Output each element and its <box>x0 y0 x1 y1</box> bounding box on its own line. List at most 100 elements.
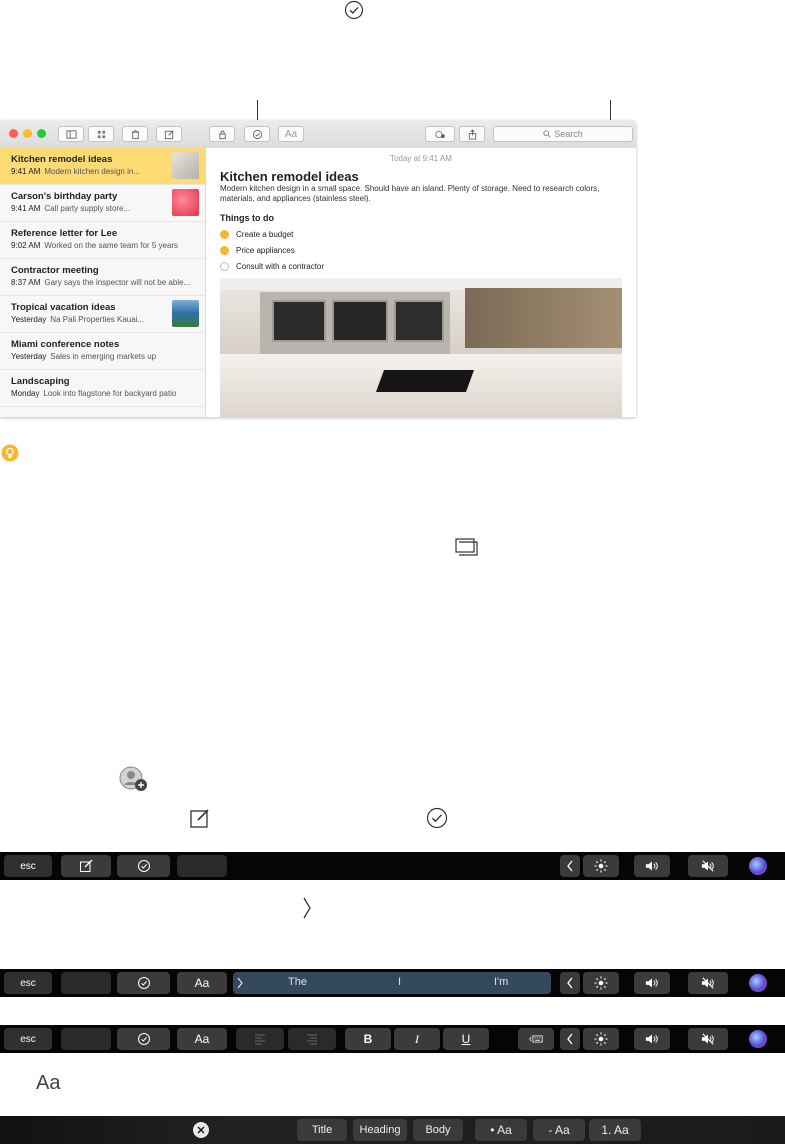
note-item-contractor[interactable]: Contractor meeting 8:37 AM Gary says the … <box>0 259 205 296</box>
typing-suggestions-bar[interactable]: The I I'm <box>233 972 551 994</box>
show-typing-suggestions-key[interactable] <box>518 1028 554 1050</box>
volume-icon <box>645 861 658 871</box>
share-button[interactable] <box>459 126 485 142</box>
checklist-icon <box>137 1033 150 1045</box>
close-styles-button[interactable] <box>193 1122 209 1138</box>
note-item-birthday[interactable]: Carson's birthday party 9:41 AM Call part… <box>0 185 205 222</box>
bold-key[interactable]: B <box>345 1028 391 1050</box>
format-key[interactable]: Aa <box>177 1028 227 1050</box>
suggestion-2[interactable]: I <box>398 976 401 988</box>
mute-icon <box>701 860 714 872</box>
italic-key[interactable]: I <box>394 1028 440 1050</box>
mute-key[interactable] <box>688 855 728 877</box>
checklist-item[interactable]: Create a budget <box>220 229 420 241</box>
sidebar-toggle-button[interactable] <box>58 126 84 142</box>
volume-key[interactable] <box>634 855 670 877</box>
brightness-key[interactable] <box>583 972 619 994</box>
brightness-key[interactable] <box>583 855 619 877</box>
esc-key[interactable]: esc <box>4 855 52 877</box>
note-thumbnail <box>172 300 199 327</box>
volume-key[interactable] <box>634 1028 670 1050</box>
siri-key[interactable] <box>746 1028 770 1050</box>
compose-icon <box>189 807 211 829</box>
share-icon <box>468 128 476 140</box>
note-editor[interactable]: Today at 9:41 AM Kitchen remodel ideas M… <box>206 148 636 417</box>
chevron-left-icon <box>567 1033 573 1045</box>
gallery-view-button[interactable] <box>88 126 114 142</box>
note-thumbnail <box>172 189 199 216</box>
note-item-miami[interactable]: Miami conference notes Yesterday Sales in… <box>0 333 205 370</box>
format-key[interactable]: Aa <box>177 972 227 994</box>
note-title: Miami conference notes <box>11 339 120 350</box>
checklist-icon <box>426 807 448 829</box>
collapse-control-strip-key[interactable] <box>560 972 580 994</box>
checked-circle-icon[interactable] <box>220 246 229 255</box>
note-preview: Yesterday Na Pali Properties Kauai... <box>11 315 145 324</box>
style-numbered-list-key[interactable]: 1. Aa <box>589 1119 641 1141</box>
delete-button[interactable] <box>122 126 148 142</box>
suggestion-3[interactable]: I'm <box>494 976 508 988</box>
style-body-key[interactable]: Body <box>413 1119 463 1141</box>
style-dashed-list-key[interactable]: - Aa <box>533 1119 585 1141</box>
new-note-key[interactable] <box>61 855 111 877</box>
checklist-key[interactable] <box>117 855 170 877</box>
brightness-icon <box>594 976 608 990</box>
note-title: Tropical vacation ideas <box>11 302 116 313</box>
siri-icon <box>749 1030 767 1048</box>
lightbulb-icon <box>1 444 19 462</box>
note-item-vacation[interactable]: Tropical vacation ideas Yesterday Na Pali… <box>0 296 205 333</box>
style-title-key[interactable]: Title <box>297 1119 347 1141</box>
lock-button[interactable] <box>209 126 235 142</box>
unchecked-circle-icon[interactable] <box>220 262 229 271</box>
note-item-reference[interactable]: Reference letter for Lee 9:02 AM Worked o… <box>0 222 205 259</box>
esc-key[interactable]: esc <box>4 972 52 994</box>
brightness-icon <box>594 1032 608 1046</box>
suggestion-1[interactable]: The <box>288 976 307 988</box>
minimize-window-button[interactable] <box>23 129 32 138</box>
new-note-button[interactable] <box>156 126 182 142</box>
style-bulleted-list-key[interactable]: • Aa <box>475 1119 527 1141</box>
checklist-item[interactable]: Consult with a contractor <box>220 261 420 273</box>
style-heading-key[interactable]: Heading <box>353 1119 407 1141</box>
search-placeholder: Search <box>554 129 583 139</box>
checked-circle-icon[interactable] <box>220 230 229 239</box>
siri-key[interactable] <box>746 972 770 994</box>
zoom-window-button[interactable] <box>37 129 46 138</box>
siri-key[interactable] <box>746 855 770 877</box>
collapse-control-strip-key[interactable] <box>560 855 580 877</box>
collapse-control-strip-key[interactable] <box>560 1028 580 1050</box>
checklist-key[interactable] <box>117 1028 170 1050</box>
note-item-landscaping[interactable]: Landscaping Monday Look into flagstone fo… <box>0 370 205 407</box>
volume-icon <box>645 1034 658 1044</box>
close-window-button[interactable] <box>9 129 18 138</box>
brightness-key[interactable] <box>583 1028 619 1050</box>
note-item-kitchen[interactable]: Kitchen remodel ideas 9:41 AM Modern kitc… <box>0 148 205 185</box>
checklist-icon <box>344 0 364 20</box>
add-people-button[interactable] <box>425 126 455 142</box>
compose-icon <box>164 129 174 139</box>
mute-key[interactable] <box>688 1028 728 1050</box>
note-title: Kitchen remodel ideas <box>11 154 113 165</box>
checklist-heading: Things to do <box>220 213 274 223</box>
align-left-key[interactable] <box>236 1028 284 1050</box>
checklist-button[interactable] <box>244 126 270 142</box>
esc-key[interactable]: esc <box>4 1028 52 1050</box>
notes-list: Kitchen remodel ideas 9:41 AM Modern kitc… <box>0 148 206 417</box>
brightness-icon <box>594 859 608 873</box>
siri-icon <box>749 857 767 875</box>
trash-icon <box>131 129 139 139</box>
format-button[interactable]: Aa <box>278 126 304 142</box>
mute-key[interactable] <box>688 972 728 994</box>
volume-key[interactable] <box>634 972 670 994</box>
underline-key[interactable]: U <box>443 1028 489 1050</box>
search-field[interactable]: Search <box>493 126 633 142</box>
lock-icon <box>218 130 226 139</box>
checklist-key[interactable] <box>117 972 170 994</box>
note-preview: 9:41 AM Modern kitchen design in... <box>11 167 140 176</box>
note-body: Modern kitchen design in a small space. … <box>220 184 600 203</box>
format-key-disabled <box>177 855 227 877</box>
align-right-key[interactable] <box>288 1028 336 1050</box>
close-icon <box>197 1126 205 1134</box>
checklist-item[interactable]: Price appliances <box>220 245 420 257</box>
touch-bar-styles: Title Heading Body • Aa - Aa 1. Aa <box>0 1116 785 1144</box>
